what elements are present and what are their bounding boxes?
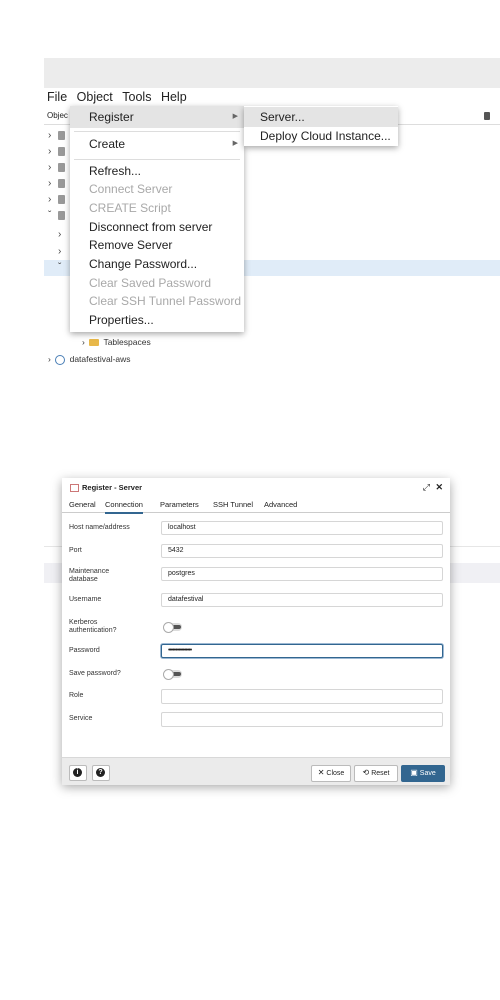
dialog-tabs: General Connection Parameters SSH Tunnel… (62, 498, 450, 514)
tree-node-label: datafestival-aws (69, 354, 131, 364)
tab-ssh-tunnel[interactable]: SSH Tunnel (213, 498, 253, 512)
field-label: Host name/address (69, 524, 130, 531)
submenu-arrow-icon: ▶ (232, 140, 238, 147)
tab-general[interactable]: General (69, 498, 96, 512)
menu-item-change-password[interactable]: Change Password... (70, 255, 244, 273)
menu-divider (74, 131, 240, 132)
button-label: Save (419, 770, 436, 777)
save-button[interactable]: ▣ Save (401, 765, 445, 782)
save-password-toggle[interactable] (163, 669, 182, 680)
app-titlebar (44, 58, 500, 88)
field-label: Save password? (69, 670, 121, 677)
menu-item-server[interactable]: Server... (244, 107, 398, 127)
tab-advanced[interactable]: Advanced (264, 498, 297, 512)
info-button[interactable]: i (69, 765, 87, 781)
port-input[interactable]: 5432 (161, 544, 443, 558)
submenu-arrow-icon: ▶ (232, 113, 238, 120)
service-input[interactable] (161, 712, 443, 727)
password-input[interactable]: •••••••••••••••• (161, 644, 443, 658)
dialog-footer: i ? ✕ Close ⟲ Reset ▣ Save (62, 757, 450, 785)
menu-item-properties[interactable]: Properties... (70, 311, 244, 329)
close-button[interactable]: ✕ Close (311, 765, 351, 782)
kerberos-toggle[interactable] (163, 622, 182, 633)
button-label: Close (326, 770, 345, 777)
register-server-dialog: Register - Server ⤢ ✕ General Connection… (62, 478, 450, 785)
info-icon: i (73, 768, 82, 777)
help-button[interactable]: ? (92, 765, 110, 781)
chevron-right-icon[interactable]: › (58, 226, 66, 244)
button-label: Reset (371, 770, 390, 777)
server-icon (70, 484, 79, 493)
menu-item-clear-ssh-password: Clear SSH Tunnel Password (89, 294, 242, 308)
field-label: Username (69, 596, 102, 603)
host-input[interactable]: localhost (161, 521, 443, 535)
menubar: File Object Tools Help (44, 88, 500, 106)
folder-icon (89, 339, 100, 347)
tab-parameters[interactable]: Parameters (160, 498, 199, 512)
tree-node-server[interactable]: › datafestival-aws (48, 353, 131, 365)
dialog-title-text: Register - Server (82, 483, 143, 492)
tab-connection[interactable]: Connection (105, 498, 143, 514)
save-icon: ▣ (410, 768, 418, 777)
menu-divider (74, 159, 240, 160)
menu-item-clear-saved-password: Clear Saved Password (89, 276, 212, 290)
database-icon[interactable] (484, 112, 490, 120)
close-icon[interactable]: ✕ (435, 482, 443, 493)
database-icon (58, 146, 65, 156)
expand-icon[interactable]: ⤢ (423, 482, 430, 493)
database-icon (58, 162, 65, 172)
register-submenu: Server... Deploy Cloud Instance... (244, 106, 398, 146)
dialog-title: Register - Server (70, 483, 142, 493)
menu-tools[interactable]: Tools (122, 88, 151, 106)
role-input[interactable] (161, 689, 443, 704)
chevron-down-icon[interactable]: ˇ (58, 259, 66, 277)
field-label: Password (69, 647, 100, 654)
chevron-right-icon[interactable]: › (82, 337, 85, 347)
menu-item-refresh[interactable]: Refresh... (70, 162, 244, 180)
field-label: Role (69, 692, 84, 699)
menu-item-deploy-cloud[interactable]: Deploy Cloud Instance... (244, 126, 398, 146)
field-label: Kerberos authentication? (69, 619, 117, 634)
menu-item-create-script: CREATE Script (89, 201, 171, 215)
tree-node-tablespaces[interactable]: › Tablespaces (82, 336, 151, 348)
field-label: Maintenance database (69, 568, 110, 583)
database-icon (58, 194, 65, 204)
field-label: Port (69, 547, 82, 554)
object-menu: Register ▶ Create ▶ Refresh... Connect S… (70, 106, 244, 332)
help-icon: ? (96, 768, 105, 777)
database-icon (58, 130, 65, 140)
close-icon: ✕ (317, 768, 325, 777)
toggle-knob (163, 622, 174, 633)
menu-item-create[interactable]: Create ▶ (70, 135, 244, 153)
menu-item-remove-server[interactable]: Remove Server (70, 236, 244, 254)
database-icon (58, 178, 65, 188)
username-input[interactable]: datafestival (161, 593, 443, 607)
postgres-elephant-icon (55, 354, 66, 365)
database-icon (58, 210, 65, 220)
menu-help[interactable]: Help (161, 88, 187, 106)
menu-item-register[interactable]: Register ▶ (70, 106, 244, 128)
chevron-down-icon[interactable]: ˇ (48, 207, 56, 225)
menu-item-connect-server: Connect Server (89, 182, 173, 196)
object-browser-title: Objec (47, 111, 68, 120)
reset-icon: ⟲ (362, 768, 370, 777)
menu-item-label: Register (89, 110, 134, 124)
chevron-right-icon[interactable]: › (48, 354, 51, 364)
tree-node-label: Tablespaces (103, 337, 151, 347)
maintenance-db-input[interactable]: postgres (161, 567, 443, 581)
toggle-knob (163, 669, 174, 680)
reset-button[interactable]: ⟲ Reset (354, 765, 398, 782)
menu-item-disconnect[interactable]: Disconnect from server (70, 218, 244, 236)
menu-file[interactable]: File (47, 88, 67, 106)
menu-object[interactable]: Object (77, 88, 113, 106)
menu-item-label: Create (89, 137, 126, 151)
field-label: Service (69, 715, 93, 722)
